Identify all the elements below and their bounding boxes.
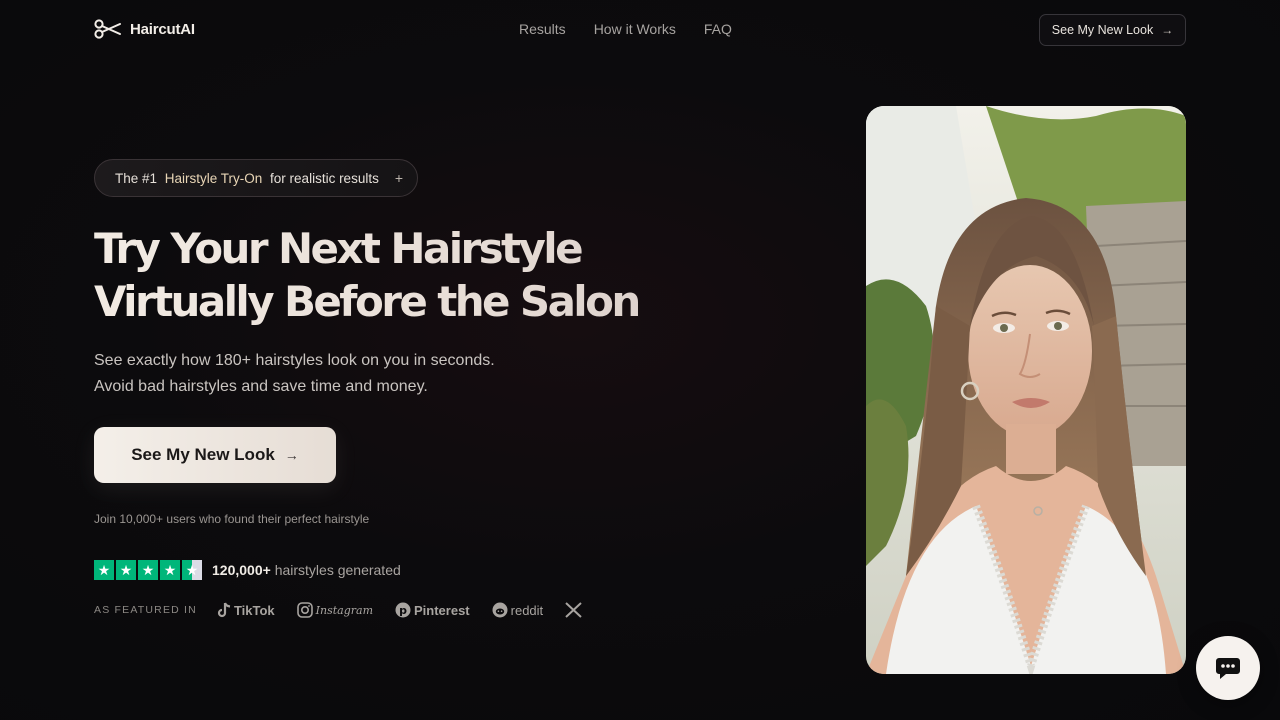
badge-highlight: Hairstyle Try-On [164, 170, 263, 186]
instagram-icon [296, 602, 313, 618]
reddit-logo: reddit [492, 602, 544, 618]
reddit-label: reddit [510, 602, 544, 618]
x-icon [565, 602, 582, 618]
chat-bubble-icon [1216, 658, 1240, 679]
pinterest-icon: p [395, 602, 411, 618]
tiktok-label: TikTok [233, 602, 275, 618]
nav-link-results[interactable]: Results [519, 21, 566, 37]
star-icon: ★ [160, 560, 180, 580]
hero-subtitle: See exactly how 180+ hairstyles look on … [94, 348, 495, 400]
headline-line-2: Virtually Before the Salon [94, 277, 639, 326]
hero-headline: Try Your Next Hairstyle Virtually Before… [94, 222, 734, 328]
svg-text:p: p [399, 604, 407, 617]
trustpilot-rating: ★ ★ ★ ★ ★ 120,000+ hairstyles generated [94, 560, 401, 580]
hero-badge: The #1 Hairstyle Try-On for realistic re… [94, 159, 418, 197]
portrait-illustration [866, 106, 1186, 674]
headline-line-1: Try Your Next Hairstyle [94, 224, 581, 273]
nav-link-how-it-works[interactable]: How it Works [594, 21, 676, 37]
x-logo [565, 602, 582, 618]
header-cta-button[interactable]: See My New Look → [1039, 14, 1186, 46]
chat-widget-button[interactable] [1196, 636, 1260, 700]
rating-text: 120,000+ hairstyles generated [212, 562, 401, 578]
subtitle-line-1: See exactly how 180+ hairstyles look on … [94, 352, 495, 369]
hero-portrait-image [866, 106, 1186, 674]
star-icon: ★ [138, 560, 158, 580]
tiktok-logo: TikTok [217, 602, 275, 618]
instagram-logo: Instagram [296, 602, 373, 618]
rating-count: 120,000+ [212, 562, 271, 578]
tiktok-icon [217, 602, 231, 618]
scissors-icon [94, 19, 121, 39]
brand-logo[interactable]: HaircutAI [94, 19, 195, 39]
rating-stars: ★ ★ ★ ★ ★ [94, 560, 202, 580]
nav-links: Results How it Works FAQ [519, 21, 732, 37]
header-cta-label: See My New Look [1051, 23, 1154, 37]
pinterest-logo: p Pinterest [395, 602, 470, 618]
featured-in: AS FEATURED IN TikTok Instagram p Pinter… [94, 602, 582, 618]
reddit-icon [492, 602, 508, 618]
star-icon: ★ [94, 560, 114, 580]
brand-name: HaircutAI [130, 20, 195, 38]
sparkle-icon: + [394, 170, 404, 186]
nav-link-faq[interactable]: FAQ [704, 21, 732, 37]
hero-cta-label: See My New Look [131, 445, 275, 464]
hero-cta-button[interactable]: See My New Look → [94, 427, 336, 483]
top-nav: HaircutAI Results How it Works FAQ See M… [0, 0, 1280, 60]
rating-label: hairstyles generated [274, 562, 401, 578]
arrow-right-icon: → [1161, 23, 1174, 37]
pinterest-label: Pinterest [414, 602, 470, 618]
social-proof-text: Join 10,000+ users who found their perfe… [94, 512, 370, 526]
badge-suffix: for realistic results [266, 170, 379, 186]
featured-label: AS FEATURED IN [94, 604, 197, 616]
star-icon: ★ [116, 560, 136, 580]
instagram-label: Instagram [315, 603, 373, 617]
arrow-right-icon: → [284, 447, 299, 463]
half-star-icon: ★ [182, 560, 202, 580]
badge-prefix: The #1 [115, 170, 161, 186]
subtitle-line-2: Avoid bad hairstyles and save time and m… [94, 378, 428, 395]
